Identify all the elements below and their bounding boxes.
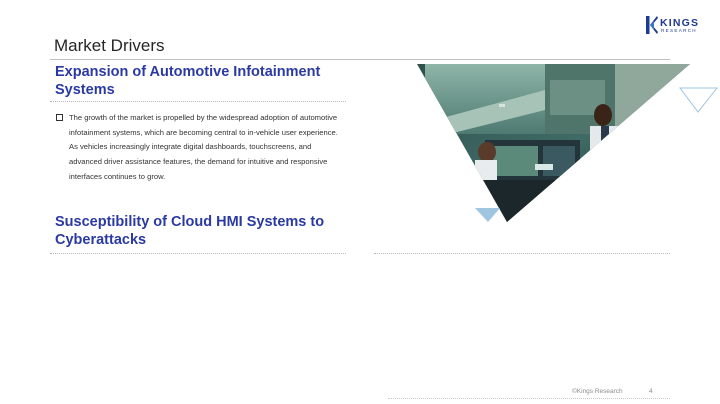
triangle-photo [415,60,720,230]
logo-k-icon [646,16,658,34]
page-title: Market Drivers [54,36,165,55]
section-divider [50,101,346,102]
bullet-square-icon [56,114,63,121]
section-heading-infotainment: Expansion of Automotive Infotainment Sys… [55,64,321,98]
section-divider [374,253,670,254]
kings-research-logo: KINGS RESEARCH [646,16,716,36]
page-number: 4 [649,388,653,395]
footer-divider [388,398,670,399]
section-heading-cyberattacks: Susceptibility of Cloud HMI Systems to C… [55,214,325,248]
footer-copyright: ©Kings Research [572,388,623,395]
slide: KINGS RESEARCH Market Drivers Expansion … [0,0,720,404]
logo-subtitle: RESEARCH [661,28,697,33]
section-divider [50,253,346,254]
bullet-text: The growth of the market is propelled by… [69,113,338,181]
